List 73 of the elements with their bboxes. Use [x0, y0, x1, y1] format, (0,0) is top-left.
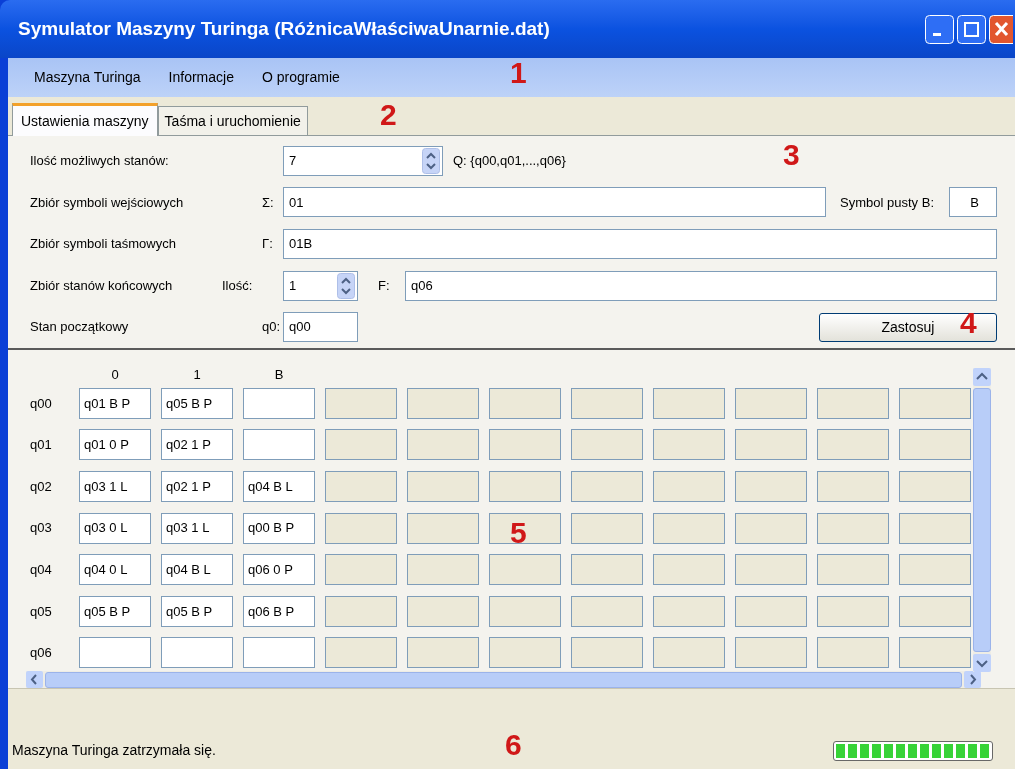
column-header: 0: [111, 366, 119, 385]
spinner-icon[interactable]: [422, 147, 440, 174]
tab[interactable]: Taśma i uruchomienie: [157, 106, 308, 135]
column-header: B: [274, 366, 284, 385]
count-spinbox[interactable]: 1: [283, 270, 358, 301]
table-cell[interactable]: q06 0 P: [243, 554, 315, 586]
callout-number: 6: [505, 730, 522, 760]
states-set: Q: {q00,q01,...,q06}: [453, 152, 566, 171]
spinner-icon[interactable]: [337, 272, 355, 299]
table-cell[interactable]: [243, 429, 315, 461]
table-cell[interactable]: q05 B P: [161, 387, 233, 419]
symbol-label: F:: [378, 276, 391, 295]
field-label: Symbol pusty B:: [840, 193, 934, 212]
menu-item[interactable]: O programie: [247, 67, 354, 88]
states-spinbox[interactable]: 7: [283, 145, 443, 176]
field-label: Ilość możliwych stanów:: [30, 152, 170, 171]
callout-number: 5: [510, 518, 527, 548]
scroll-up-icon[interactable]: [973, 368, 991, 386]
symbol-label: q0:: [262, 318, 282, 337]
row-label: q05: [30, 602, 52, 621]
field-label: Ilość:: [222, 276, 254, 295]
table-cell[interactable]: [161, 637, 233, 669]
table-cell[interactable]: [243, 637, 315, 669]
window-title: Symulator Maszyny Turinga (RóżnicaWłaściwaUnarnie.dat): [18, 16, 551, 41]
input-field[interactable]: q06: [405, 270, 997, 301]
row-label: q02: [30, 477, 52, 496]
field-label: Zbiór symboli taśmowych: [30, 235, 177, 254]
table-cell[interactable]: q02 1 P: [161, 470, 233, 502]
table-cell[interactable]: q03 0 L: [79, 512, 151, 544]
input-field[interactable]: B: [949, 187, 997, 218]
input-field[interactable]: 01B: [283, 229, 997, 259]
scroll-right-icon[interactable]: [964, 671, 981, 688]
close-icon[interactable]: [989, 14, 1013, 44]
row-label: q04: [30, 560, 52, 579]
table-cell[interactable]: q05 B P: [161, 595, 233, 627]
input-field[interactable]: 01: [283, 187, 827, 218]
field-label: Zbiór stanów końcowych: [30, 276, 174, 295]
callout-number: 2: [380, 100, 397, 130]
minimize-icon[interactable]: [925, 14, 954, 44]
tab[interactable]: Ustawienia maszyny: [12, 103, 158, 136]
table-cell[interactable]: [79, 637, 151, 669]
table-cell[interactable]: q06 B P: [243, 595, 315, 627]
menu-item[interactable]: Informacje: [154, 67, 248, 88]
callout-number: 3: [783, 140, 800, 170]
table-cell[interactable]: q01 0 P: [79, 429, 151, 461]
input-field[interactable]: q00: [283, 312, 358, 343]
maximize-icon[interactable]: [957, 14, 986, 44]
row-label: q06: [30, 644, 52, 663]
table-cell[interactable]: q01 B P: [79, 387, 151, 419]
table-cell[interactable]: q05 B P: [79, 595, 151, 627]
table-cell[interactable]: q04 0 L: [79, 554, 151, 586]
field-label: Stan początkowy: [30, 318, 130, 337]
symbol-label: Γ:: [262, 235, 274, 254]
row-label: q03: [30, 519, 52, 538]
row-label: q01: [30, 436, 52, 455]
horizontal-scrollbar[interactable]: [26, 671, 981, 688]
callout-number: 1: [510, 58, 527, 88]
row-label: q00: [30, 394, 52, 413]
table-cell[interactable]: q00 B P: [243, 512, 315, 544]
table-cell[interactable]: q04 B L: [243, 470, 315, 502]
column-header: 1: [193, 366, 201, 385]
field-label: Zbiór symboli wejściowych: [30, 193, 185, 212]
symbol-label: Σ:: [262, 193, 275, 212]
table-cell[interactable]: q04 B L: [161, 554, 233, 586]
table-cell[interactable]: [243, 387, 315, 419]
menu-item[interactable]: Maszyna Turinga: [20, 67, 155, 88]
scroll-left-icon[interactable]: [26, 671, 43, 688]
table-cell[interactable]: q03 1 L: [79, 470, 151, 502]
status-text: Maszyna Turinga zatrzymała się.: [12, 741, 216, 760]
table-cell[interactable]: q02 1 P: [161, 429, 233, 461]
scroll-down-icon[interactable]: [973, 654, 991, 672]
table-cell[interactable]: q03 1 L: [161, 512, 233, 544]
vertical-scrollbar[interactable]: [973, 368, 991, 672]
